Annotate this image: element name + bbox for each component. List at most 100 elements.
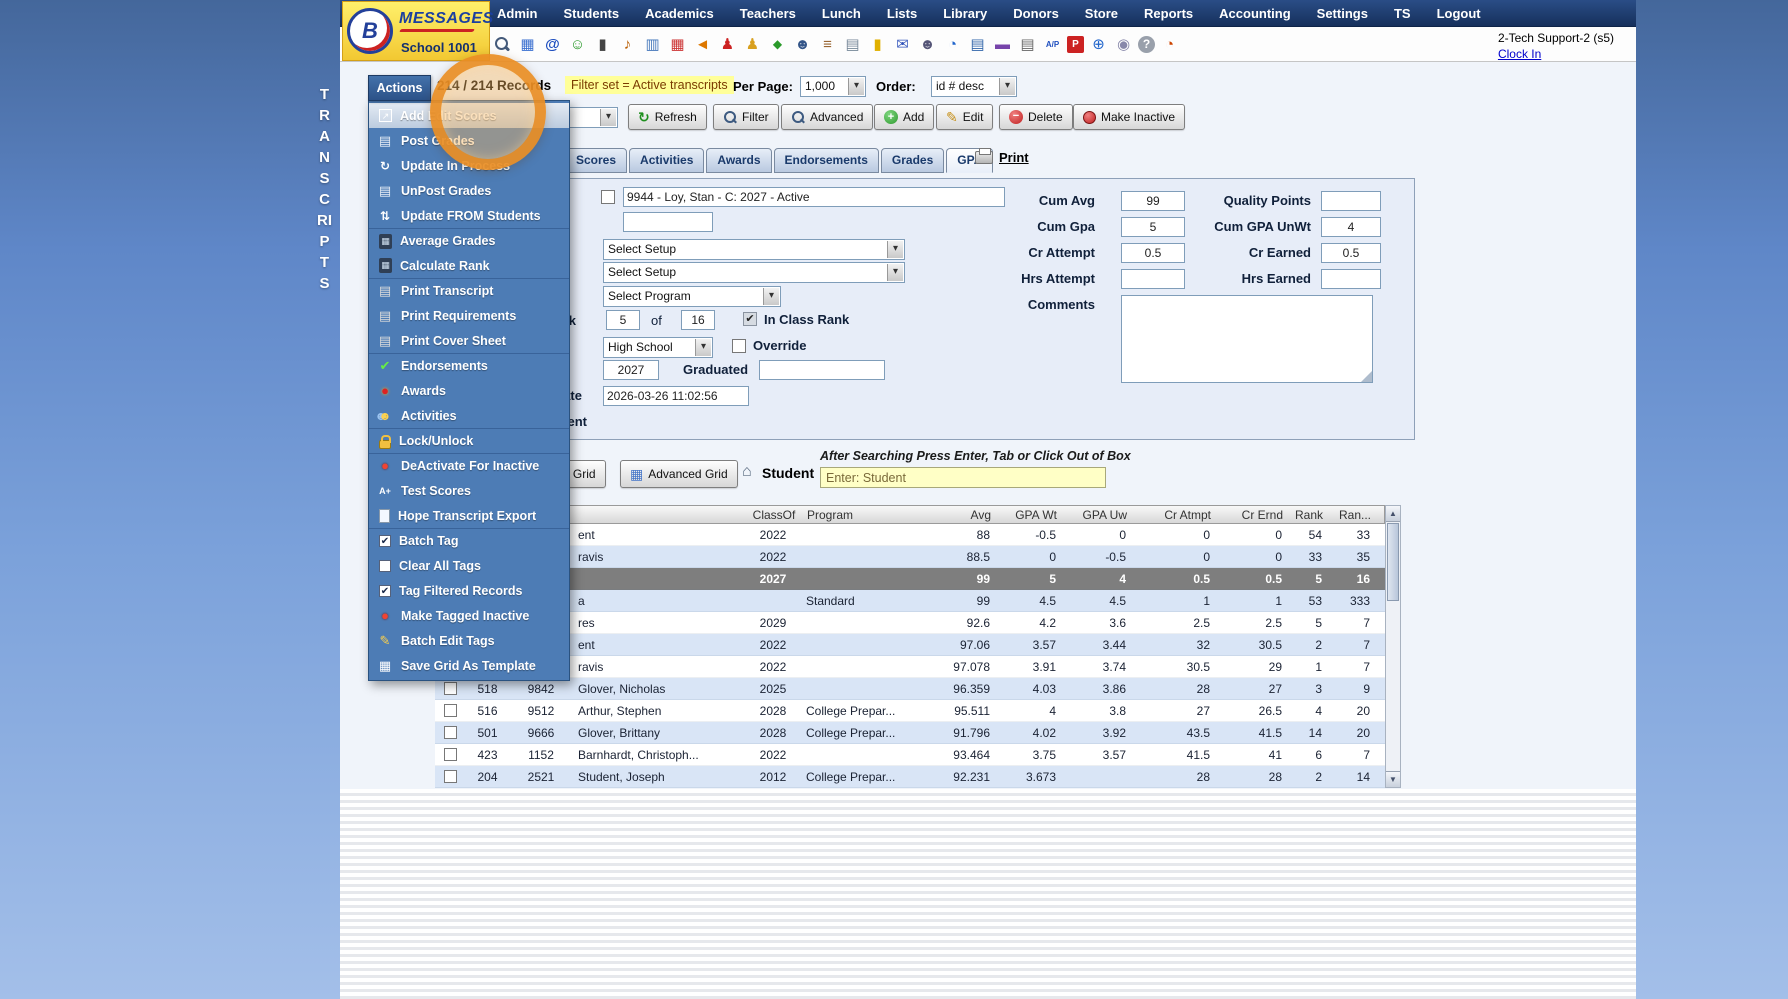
col-ran[interactable]: Ran... (1329, 506, 1377, 523)
menu-item-endorsements[interactable]: Endorsements (369, 353, 569, 378)
grid-scrollbar[interactable] (1385, 505, 1401, 788)
col-cr-ernd[interactable]: Cr Ernd (1217, 506, 1289, 523)
tab-activities[interactable]: Activities (629, 148, 704, 173)
nav-item-accounting[interactable]: Accounting (1219, 6, 1291, 21)
scroll-up-button[interactable] (1386, 506, 1400, 522)
calendar-icon[interactable]: ▦ (667, 34, 688, 55)
condiment-icon[interactable]: ▮ (867, 34, 888, 55)
nav-item-lists[interactable]: Lists (887, 6, 917, 21)
nav-item-library[interactable]: Library (943, 6, 987, 21)
in-class-rank-checkbox[interactable] (743, 312, 757, 326)
cum-gpa-unwt-input[interactable] (1321, 217, 1381, 237)
setup-select-1[interactable]: Select Setup (603, 239, 905, 260)
grid-row[interactable]: ravis202297.0783.913.7430.52917 (435, 656, 1385, 678)
cum-gpa-input[interactable] (1121, 217, 1185, 237)
scroll-thumb[interactable] (1387, 523, 1399, 601)
class-year-input[interactable] (603, 360, 659, 380)
menu-item-lock-unlock[interactable]: Lock/Unlock (369, 428, 569, 453)
group-icon[interactable]: ☻ (917, 34, 938, 55)
mobile-phone-icon[interactable]: ▮ (592, 34, 613, 55)
menu-item-print-requirements[interactable]: Print Requirements (369, 303, 569, 328)
menu-item-awards[interactable]: Awards (369, 378, 569, 403)
menu-item-activities[interactable]: Activities (369, 403, 569, 428)
tab-grades[interactable]: Grades (881, 148, 944, 173)
col-classof[interactable]: ClassOf (745, 506, 803, 523)
row-checkbox[interactable] (444, 682, 457, 695)
menu-item-print-transcript[interactable]: Print Transcript (369, 278, 569, 303)
grid-row[interactable]: ravis202288.50-0.5003335 (435, 546, 1385, 568)
card-icon[interactable]: ▬ (992, 34, 1013, 55)
col-program[interactable]: Program (803, 506, 925, 523)
filter-button[interactable]: Filter (713, 104, 779, 130)
nav-item-students[interactable]: Students (563, 6, 619, 21)
search-icon[interactable] (492, 34, 513, 55)
email-icon[interactable]: @ (542, 34, 563, 55)
col-cr-atmpt[interactable]: Cr Atmpt (1133, 506, 1217, 523)
ap-icon[interactable]: A/P (1042, 34, 1063, 55)
clock-in-link[interactable]: Clock In (1498, 47, 1541, 61)
comments-textarea[interactable] (1121, 295, 1373, 383)
aux-input[interactable] (623, 212, 713, 232)
audio-icon[interactable]: ♪ (617, 34, 638, 55)
student-gold-icon[interactable]: ♟ (742, 34, 763, 55)
school-level-select[interactable]: High School (603, 337, 713, 358)
timer-icon[interactable]: ◔ (1159, 34, 1180, 55)
nav-item-lunch[interactable]: Lunch (822, 6, 861, 21)
menu-item-update-from-students[interactable]: Update FROM Students (369, 203, 569, 228)
row-checkbox[interactable] (444, 726, 457, 739)
grid-row[interactable]: 5189842Glover, Nicholas202596.3594.033.8… (435, 678, 1385, 700)
pdf-icon[interactable]: P (1067, 36, 1084, 53)
nav-item-logout[interactable]: Logout (1437, 6, 1481, 21)
grid-row-selected[interactable]: 202799540.50.5516 (435, 568, 1385, 590)
announcement-icon[interactable]: ◄ (692, 34, 713, 55)
col-gpa-wt[interactable]: GPA Wt (997, 506, 1063, 523)
hrs-attempt-input[interactable] (1121, 269, 1185, 289)
tab-awards[interactable]: Awards (706, 148, 771, 173)
grid-row[interactable]: res202992.64.23.62.52.557 (435, 612, 1385, 634)
nav-item-academics[interactable]: Academics (645, 6, 714, 21)
list-icon[interactable]: ▤ (967, 34, 988, 55)
date-input[interactable] (603, 386, 749, 406)
grid-row[interactable]: ent202297.063.573.443230.527 (435, 634, 1385, 656)
col-avg[interactable]: Avg (925, 506, 997, 523)
nav-item-reports[interactable]: Reports (1144, 6, 1193, 21)
order-select[interactable]: id # desc (931, 76, 1017, 97)
nav-item-admin[interactable]: Admin (497, 6, 537, 21)
menu-item-unpost-grades[interactable]: UnPost Grades (369, 178, 569, 203)
cum-avg-input[interactable] (1121, 191, 1185, 211)
menu-item-average-grades[interactable]: Average Grades (369, 228, 569, 253)
grid-row[interactable]: 5019666Glover, Brittany2028College Prepa… (435, 722, 1385, 744)
badge-icon[interactable]: ◆ (767, 34, 788, 55)
cr-attempt-input[interactable] (1121, 243, 1185, 263)
menu-item-tag-filtered-records[interactable]: Tag Filtered Records (369, 578, 569, 603)
setup-select-2[interactable]: Select Setup (603, 262, 905, 283)
chart-icon[interactable]: ▥ (642, 34, 663, 55)
menu-item-test-scores[interactable]: Test Scores (369, 478, 569, 503)
smiley-icon[interactable]: ☺ (567, 34, 588, 55)
row-checkbox[interactable] (444, 748, 457, 761)
menu-item-clear-all-tags[interactable]: Clear All Tags (369, 553, 569, 578)
menu-item-deactivate-for-inactive[interactable]: DeActivate For Inactive (369, 453, 569, 478)
make-inactive-button[interactable]: Make Inactive (1073, 104, 1185, 130)
program-select[interactable]: Select Program (603, 286, 781, 307)
grid-row[interactable]: aStandard994.54.51153333 (435, 590, 1385, 612)
add-button[interactable]: Add (874, 104, 934, 130)
override-checkbox[interactable] (732, 339, 746, 353)
advanced-button[interactable]: Advanced (781, 104, 873, 130)
hrs-earned-input[interactable] (1321, 269, 1381, 289)
help-icon[interactable]: ? (1138, 36, 1155, 53)
nav-item-donors[interactable]: Donors (1013, 6, 1059, 21)
nav-item-settings[interactable]: Settings (1317, 6, 1368, 21)
col-gpa-uw[interactable]: GPA Uw (1063, 506, 1133, 523)
grid-row[interactable]: 5169512Arthur, Stephen2028College Prepar… (435, 700, 1385, 722)
menu-item-hope-transcript-export[interactable]: Hope Transcript Export (369, 503, 569, 528)
cr-earned-input[interactable] (1321, 243, 1381, 263)
menu-item-calculate-rank[interactable]: Calculate Rank (369, 253, 569, 278)
advanced-grid-button[interactable]: Advanced Grid (620, 460, 738, 488)
quality-points-input[interactable] (1321, 191, 1381, 211)
graduated-input[interactable] (759, 360, 885, 380)
disc-icon[interactable]: ◉ (1113, 34, 1134, 55)
clock-icon[interactable]: ◔ (942, 34, 963, 55)
send-mail-icon[interactable]: ✉ (892, 34, 913, 55)
printer-icon[interactable]: ▤ (1017, 34, 1038, 55)
